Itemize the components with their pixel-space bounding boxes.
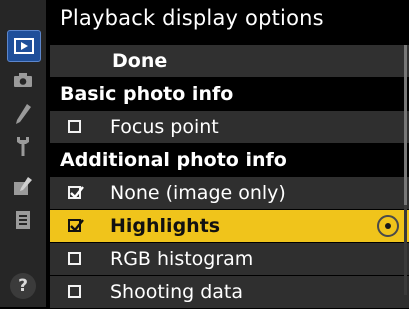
option-label: RGB histogram [110, 248, 254, 270]
tab-setup[interactable] [8, 132, 38, 160]
option-label: Focus point [110, 116, 219, 138]
option-shooting-data[interactable]: Shooting data [50, 276, 409, 308]
multi-selector-center [385, 223, 391, 229]
option-rgb-histogram[interactable]: RGB histogram [50, 243, 409, 275]
checkbox-checked[interactable] [68, 186, 84, 199]
checkbox-unchecked[interactable] [68, 252, 81, 265]
menu-sidebar: ? [0, 0, 46, 307]
options-list: Done Basic photo info Focus point Additi… [50, 45, 409, 309]
option-none-image-only[interactable]: None (image only) [50, 177, 409, 209]
list-icon [16, 211, 30, 229]
checkmark-icon [70, 219, 84, 232]
scrollbar-thumb[interactable] [404, 45, 407, 205]
tab-retouch[interactable] [8, 172, 38, 200]
tab-shooting[interactable] [8, 66, 38, 94]
pencil-icon [16, 104, 31, 124]
done-item[interactable]: Done [50, 45, 409, 77]
option-focus-point[interactable]: Focus point [50, 111, 409, 143]
camera-icon [14, 73, 32, 87]
option-highlights[interactable]: Highlights [50, 210, 409, 242]
section-label: Additional photo info [60, 149, 287, 171]
tab-playback[interactable] [7, 30, 41, 62]
section-additional-photo-info: Additional photo info [50, 144, 409, 176]
done-label: Done [112, 50, 168, 72]
checkbox-unchecked[interactable] [68, 285, 81, 298]
section-label: Basic photo info [60, 83, 234, 105]
retouch-icon [14, 177, 32, 195]
checkmark-icon [70, 186, 84, 199]
checkbox-unchecked[interactable] [68, 120, 81, 133]
multi-selector-icon [377, 215, 399, 237]
page-title: Playback display options [60, 6, 324, 30]
wrench-icon [17, 137, 29, 156]
scrollbar[interactable] [404, 45, 407, 295]
help-icon[interactable]: ? [10, 273, 36, 299]
option-label: Highlights [110, 215, 221, 237]
tab-custom-settings[interactable] [8, 100, 38, 128]
playback-icon [14, 38, 34, 54]
tab-my-menu[interactable] [8, 206, 38, 234]
option-label: None (image only) [110, 182, 286, 204]
checkbox-checked[interactable] [68, 219, 84, 232]
option-label: Shooting data [110, 281, 244, 303]
section-basic-photo-info: Basic photo info [50, 78, 409, 110]
